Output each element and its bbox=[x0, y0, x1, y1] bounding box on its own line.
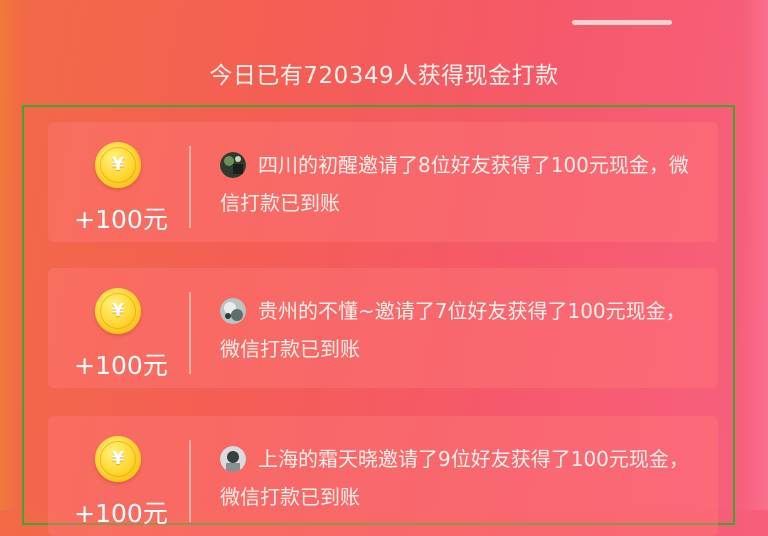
payout-amount: +100元 bbox=[74, 499, 168, 528]
yen-symbol: ¥ bbox=[100, 293, 136, 329]
payout-amount: +100元 bbox=[74, 205, 168, 234]
coin-icon: ¥ bbox=[95, 288, 141, 334]
yen-symbol: ¥ bbox=[100, 441, 136, 477]
payout-message: 贵州的不懂~邀请了7位好友获得了100元现金，微信打款已到账 bbox=[220, 299, 686, 361]
payout-card: ¥ +100元 四川的初醒邀请了8位好友获得了100元现金，微信打款已到账 bbox=[48, 122, 718, 242]
payout-headline: 今日已有720349人获得现金打款 bbox=[209, 63, 559, 89]
card-divider bbox=[189, 292, 191, 374]
card-divider bbox=[189, 146, 191, 228]
payout-card: ¥ +100元 贵州的不懂~邀请了7位好友获得了100元现金，微信打款已到账 bbox=[48, 268, 718, 388]
user-avatar bbox=[220, 298, 246, 324]
coin-icon: ¥ bbox=[95, 436, 141, 482]
coin-icon: ¥ bbox=[95, 142, 141, 188]
payout-message: 四川的初醒邀请了8位好友获得了100元现金，微信打款已到账 bbox=[220, 153, 689, 215]
payout-message: 上海的霜天晓邀请了9位好友获得了100元现金，微信打款已到账 bbox=[220, 447, 689, 509]
yen-symbol: ¥ bbox=[100, 147, 136, 183]
user-avatar bbox=[220, 152, 246, 178]
user-avatar bbox=[220, 446, 246, 472]
payout-card: ¥ +100元 上海的霜天晓邀请了9位好友获得了100元现金，微信打款已到账 bbox=[48, 416, 718, 536]
drag-handle[interactable] bbox=[572, 20, 672, 25]
payout-amount: +100元 bbox=[74, 351, 168, 380]
